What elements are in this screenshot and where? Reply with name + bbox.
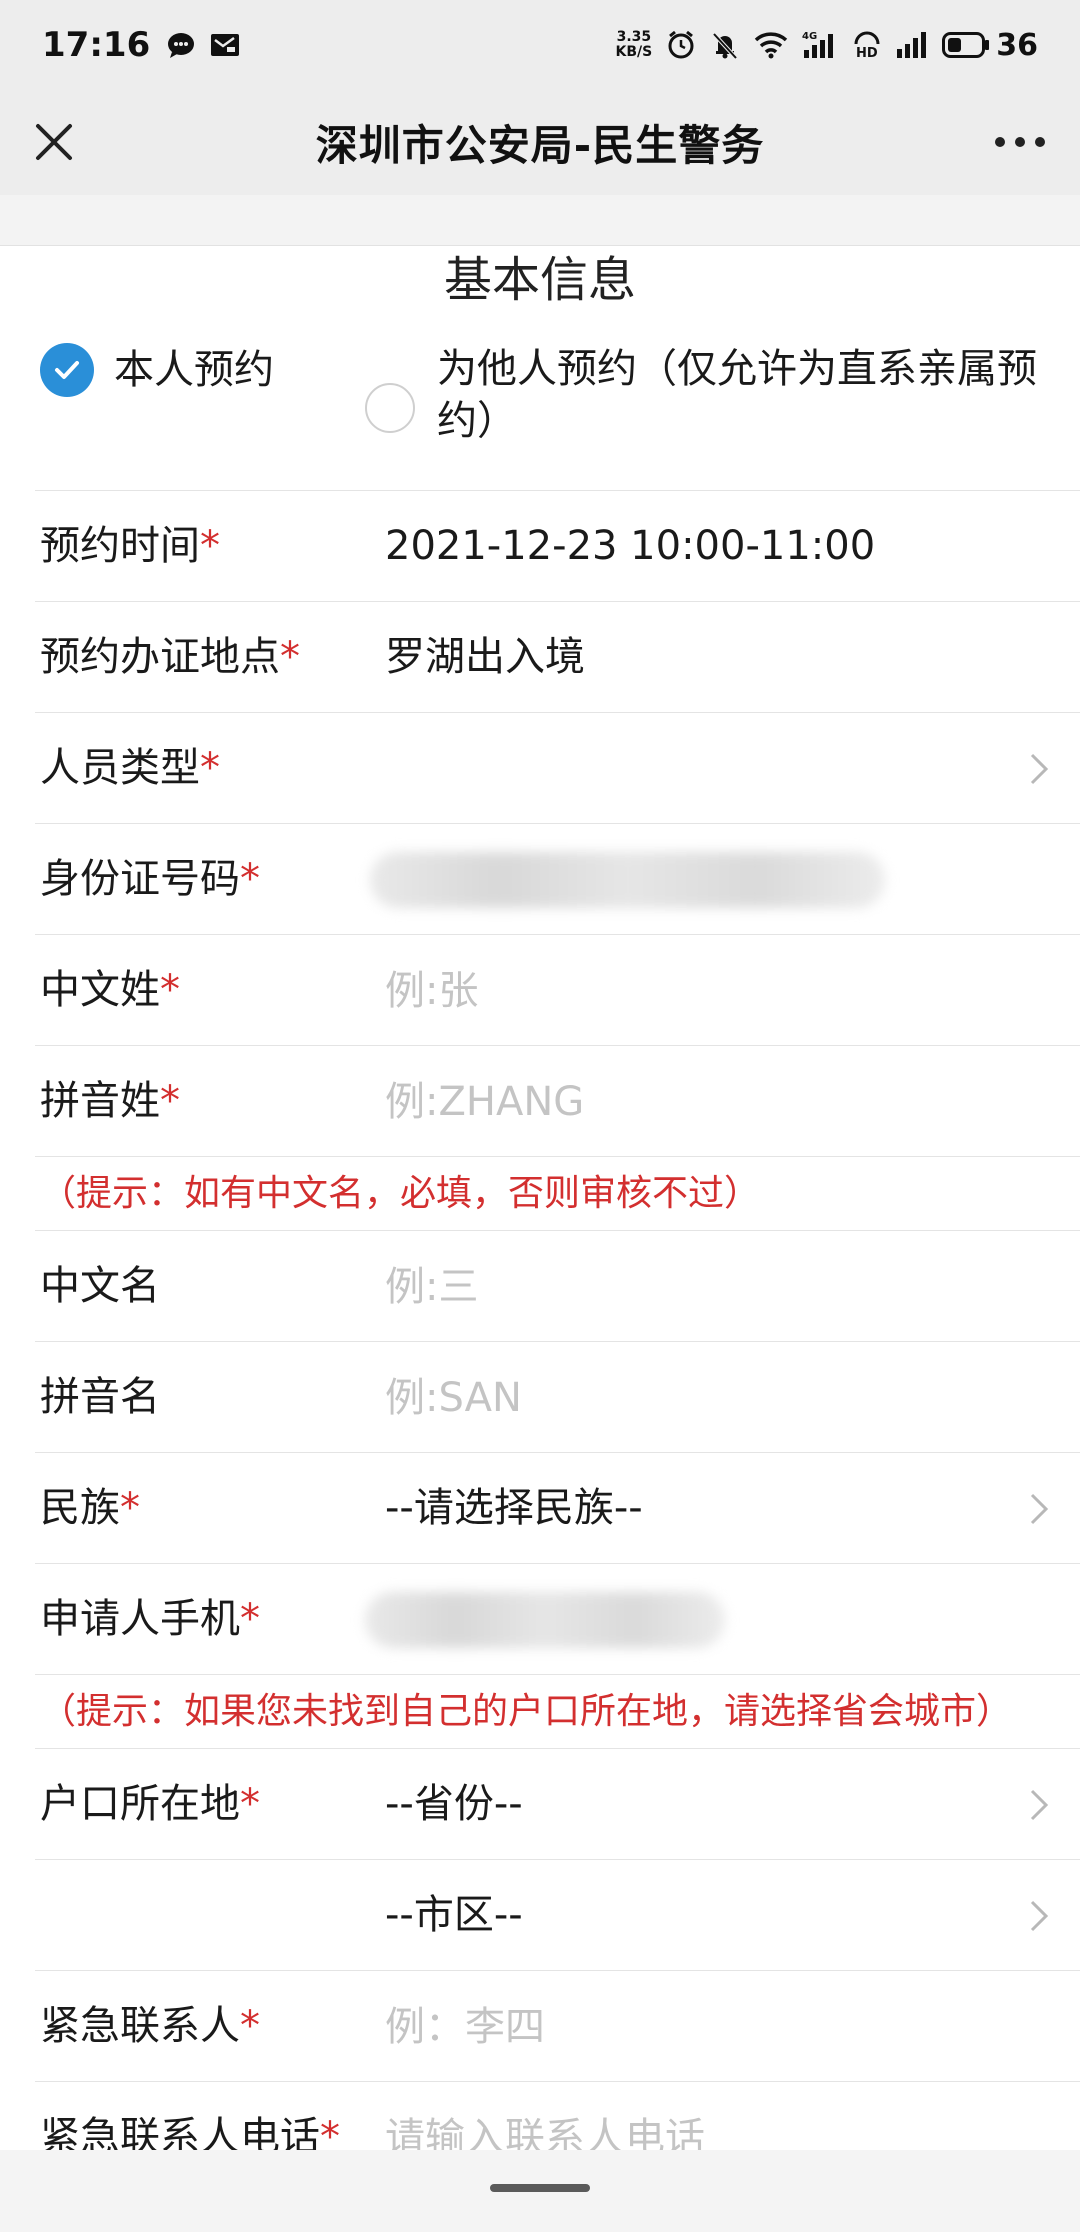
id-number-redacted[interactable]	[370, 852, 885, 908]
field-label: 预约办证地点*	[40, 634, 300, 680]
wifi-icon	[755, 32, 788, 59]
emergency-phone-row: 紧急联系人电话*	[35, 2081, 1080, 2161]
page-top-strip	[0, 195, 1080, 246]
required-mark: *	[200, 745, 220, 791]
network-speed-unit: KB/S	[615, 44, 653, 60]
field-label: 身份证号码*	[40, 856, 260, 902]
person-type-select[interactable]: 人员类型*	[35, 712, 1080, 823]
network-speed: 3.35 KB/S	[616, 30, 653, 60]
alarm-icon	[668, 30, 694, 59]
appointment-location-value: 罗湖出入境	[385, 634, 585, 680]
radio-other-label: 为他人预约（仅允许为直系亲属预约）	[437, 346, 1037, 444]
field-label: 人员类型*	[40, 745, 220, 791]
status-notification-icons	[166, 30, 240, 60]
required-mark: *	[240, 1781, 260, 1827]
radio-unchecked[interactable]	[365, 383, 415, 433]
pinyin-surname-row: 拼音姓*	[35, 1045, 1080, 1156]
gesture-bar	[0, 2150, 1080, 2232]
chinese-given-name-input[interactable]	[385, 1259, 985, 1315]
chinese-given-name-row: 中文名	[35, 1230, 1080, 1341]
required-mark: *	[160, 1078, 180, 1124]
appointment-time-row: 预约时间* 2021-12-23 10:00-11:00	[35, 490, 1080, 601]
mute-bell-icon	[712, 32, 738, 60]
field-label: 中文名	[40, 1263, 160, 1309]
pinyin-given-name-row: 拼音名	[35, 1341, 1080, 1452]
hd-voice-icon: HD	[854, 31, 880, 60]
hukou-province-value: --省份--	[385, 1781, 523, 1827]
radio-self-label: 本人预约	[114, 347, 274, 393]
ethnicity-select[interactable]: 民族* --请选择民族--	[35, 1452, 1080, 1563]
hukou-city-select[interactable]: --市区--	[35, 1859, 1080, 1970]
hint-chinese-name: （提示：如有中文名，必填，否则审核不过）	[35, 1156, 1080, 1230]
required-mark: *	[280, 634, 300, 680]
chat-bubble-icon	[168, 33, 195, 58]
network-speed-value: 3.35	[616, 29, 652, 45]
chevron-right-icon	[1030, 753, 1049, 785]
battery-icon	[942, 32, 990, 58]
appointment-location-row: 预约办证地点* 罗湖出入境	[35, 601, 1080, 712]
radio-self-booking[interactable]: 本人预约	[40, 343, 274, 397]
emergency-contact-input[interactable]	[385, 1999, 985, 2055]
status-system-icons: 3.35 KB/S 4G HD 36	[616, 28, 1038, 63]
required-mark: *	[240, 1596, 260, 1642]
field-label: 拼音名	[40, 1374, 160, 1420]
battery-indicator: 36	[942, 28, 1038, 63]
appointment-time-value: 2021-12-23 10:00-11:00	[385, 523, 876, 569]
svg-text:4G: 4G	[802, 31, 817, 42]
field-label: 中文姓*	[40, 967, 180, 1013]
emergency-contact-row: 紧急联系人*	[35, 1970, 1080, 2081]
status-bar: 17:16 3.35 KB/S 4G HD 36	[0, 0, 1080, 90]
pinyin-surname-input[interactable]	[385, 1074, 985, 1130]
check-icon	[55, 361, 79, 379]
signal-icon	[897, 32, 927, 58]
hint-hukou: （提示：如果您未找到自己的户口所在地，请选择省会城市）	[35, 1674, 1080, 1748]
section-title: 基本信息	[443, 252, 636, 308]
booking-type-group: 本人预约 为他人预约（仅允许为直系亲属预约）	[0, 335, 1080, 480]
chinese-surname-input[interactable]	[385, 963, 985, 1019]
required-mark: *	[120, 1485, 140, 1531]
chinese-surname-row: 中文姓*	[35, 934, 1080, 1045]
required-mark: *	[240, 856, 260, 902]
ethnicity-value: --请选择民族--	[385, 1485, 643, 1531]
chevron-right-icon	[1030, 1789, 1049, 1821]
status-time: 17:16	[42, 25, 151, 65]
field-label: 紧急联系人*	[40, 2003, 260, 2049]
signal-4g-icon: 4G	[802, 31, 834, 58]
hukou-province-select[interactable]: 户口所在地* --省份--	[35, 1748, 1080, 1859]
mail-icon	[211, 34, 240, 56]
battery-level: 36	[996, 27, 1038, 63]
field-label: 户口所在地*	[40, 1781, 260, 1827]
required-mark: *	[240, 2003, 260, 2049]
svg-text:HD: HD	[856, 46, 878, 60]
home-indicator[interactable]	[490, 2184, 590, 2192]
applicant-phone-redacted[interactable]	[365, 1592, 725, 1648]
field-label: 预约时间*	[40, 523, 220, 569]
id-number-row[interactable]: 身份证号码*	[35, 823, 1080, 934]
applicant-phone-row[interactable]: 申请人手机*	[35, 1563, 1080, 1674]
more-dots-icon[interactable]	[988, 116, 1052, 168]
hukou-city-value: --市区--	[385, 1892, 523, 1938]
field-label: 民族*	[40, 1485, 140, 1531]
field-label: 申请人手机*	[40, 1596, 260, 1642]
close-icon[interactable]	[28, 116, 80, 168]
chevron-right-icon	[1030, 1900, 1049, 1932]
page-title: 深圳市公安局-民生警务	[315, 121, 765, 170]
nav-bar: 深圳市公安局-民生警务	[0, 90, 1080, 195]
required-mark: *	[200, 523, 220, 569]
radio-checked[interactable]	[40, 343, 94, 397]
field-label: 拼音姓*	[40, 1078, 180, 1124]
chevron-right-icon	[1030, 1493, 1049, 1525]
pinyin-given-name-input[interactable]	[385, 1370, 985, 1426]
required-mark: *	[160, 967, 180, 1013]
